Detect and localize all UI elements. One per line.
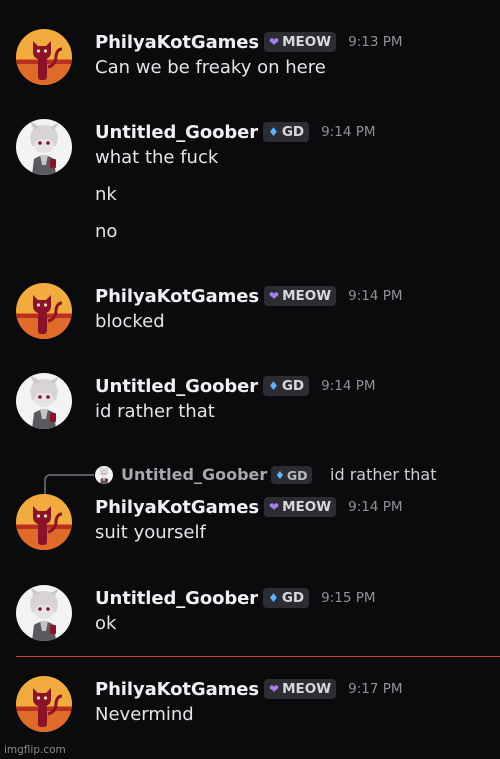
guild-tag-label: MEOW [282,681,332,697]
gem-icon: ♦ [268,591,279,605]
imgflip-watermark: imgflip.com [4,744,66,756]
username[interactable]: Untitled_Goober [95,588,258,609]
timestamp: 9:14 PM [321,124,376,140]
message-text: Nevermind [95,704,194,725]
timestamp: 9:15 PM [321,590,376,606]
guild-tag[interactable]: ♦ GD [263,588,310,608]
message-text: Can we be freaky on here [95,57,326,78]
gem-icon: ♦ [268,125,279,139]
purple-heart-icon: ❤ [269,500,280,514]
reply-text[interactable]: id rather that [330,463,436,487]
avatar-philyakotgames[interactable] [16,676,72,732]
guild-tag-label: MEOW [282,288,332,304]
guild-tag[interactable]: ❤ MEOW [264,32,337,52]
message-text: nk [95,184,117,205]
username[interactable]: Untitled_Goober [95,376,258,397]
avatar-philyakotgames[interactable] [16,29,72,85]
timestamp: 9:14 PM [348,499,403,515]
guild-tag[interactable]: ❤ MEOW [264,286,337,306]
guild-tag[interactable]: ♦ GD [263,376,310,396]
username[interactable]: Untitled_Goober [95,122,258,143]
message-text: no [95,221,118,242]
username[interactable]: PhilyaKotGames [95,286,259,307]
reply-guild-tag-label: GD [286,467,308,483]
avatar-untitled-goober[interactable] [16,119,72,175]
message-text: suit yourself [95,522,206,543]
guild-tag-label: GD [281,124,305,140]
message-text: id rather that [95,401,215,422]
avatar-untitled-goober[interactable] [16,585,72,641]
reply-username[interactable]: Untitled_Goober [121,463,267,487]
guild-tag-label: MEOW [282,34,332,50]
guild-tag-label: GD [281,378,305,394]
username[interactable]: PhilyaKotGames [95,32,259,53]
avatar-untitled-goober[interactable] [16,373,72,429]
username[interactable]: PhilyaKotGames [95,497,259,518]
avatar-philyakotgames[interactable] [16,283,72,339]
message-text: ok [95,613,117,634]
message-header: PhilyaKotGames ❤ MEOW 9:13 PM [95,29,492,55]
guild-tag[interactable]: ❤ MEOW [264,497,337,517]
guild-tag-label: MEOW [282,499,332,515]
purple-heart-icon: ❤ [269,35,280,49]
message-header: Untitled_Goober ♦ GD 9:14 PM [95,119,492,145]
timestamp: 9:17 PM [348,681,403,697]
reply-avatar [95,466,113,484]
username[interactable]: PhilyaKotGames [95,679,259,700]
reply-guild-tag: ♦ GD [271,466,312,484]
avatar-philyakotgames[interactable] [16,494,72,550]
purple-heart-icon: ❤ [269,289,280,303]
gem-icon: ♦ [275,468,285,482]
message-header: PhilyaKotGames ❤ MEOW 9:14 PM [95,283,492,309]
message-header: PhilyaKotGames ❤ MEOW 9:17 PM [95,676,492,702]
guild-tag-label: GD [281,590,305,606]
guild-tag[interactable]: ♦ GD [263,122,310,142]
purple-heart-icon: ❤ [269,682,280,696]
message-header: Untitled_Goober ♦ GD 9:15 PM [95,585,492,611]
message-header: PhilyaKotGames ❤ MEOW 9:14 PM [95,494,492,520]
new-messages-divider [16,656,500,657]
timestamp: 9:14 PM [348,288,403,304]
reply-preview[interactable]: Untitled_Goober ♦ GD id rather that [0,463,500,496]
timestamp: 9:13 PM [348,34,403,50]
message-text: what the fuck [95,147,219,168]
reply-spine [44,474,94,496]
timestamp: 9:14 PM [321,378,376,394]
guild-tag[interactable]: ❤ MEOW [264,679,337,699]
message-text: blocked [95,311,165,332]
gem-icon: ♦ [268,379,279,393]
message-header: Untitled_Goober ♦ GD 9:14 PM [95,373,492,399]
